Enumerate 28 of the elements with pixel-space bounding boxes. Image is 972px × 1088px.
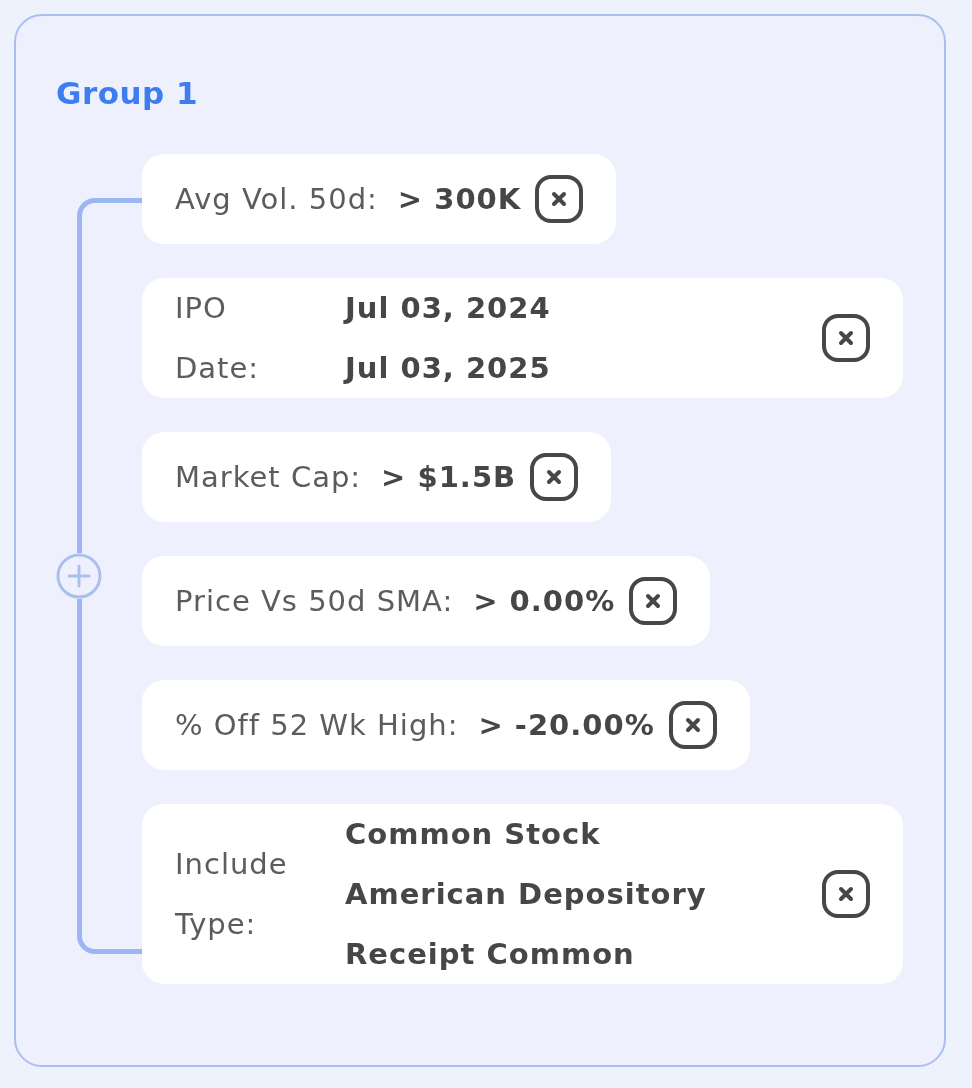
close-icon <box>668 701 717 749</box>
filter-label: Price Vs 50d SMA: <box>175 583 454 620</box>
close-icon <box>822 870 870 918</box>
remove-button[interactable] <box>668 701 717 749</box>
filter-value: > 0.00% <box>473 583 616 620</box>
remove-button[interactable] <box>822 870 870 918</box>
filter-value: > -20.00% <box>478 707 655 744</box>
group-title: Group 1 <box>56 74 200 112</box>
remove-button[interactable] <box>535 175 584 223</box>
close-icon <box>530 453 579 501</box>
filter-value: Common Stock <box>345 816 602 853</box>
close-icon <box>535 175 584 223</box>
filter-label: Avg Vol. 50d: <box>175 181 378 218</box>
filter-value: > 300K <box>397 181 522 218</box>
close-icon <box>629 577 678 625</box>
filter-label: Include Type: <box>175 846 289 943</box>
remove-button[interactable] <box>629 577 678 625</box>
remove-button[interactable] <box>530 453 579 501</box>
filter-value: Jul 03, 2025 <box>345 350 552 387</box>
filter-label: % Off 52 Wk High: <box>175 707 459 744</box>
filter-label: IPO Date: <box>175 290 261 387</box>
plus-circle-icon <box>56 553 102 599</box>
close-icon <box>822 314 870 362</box>
filter-value: American Depository Receipt Common <box>345 876 708 973</box>
filter-value: > $1.5B <box>381 459 517 496</box>
filter-value: Jul 03, 2024 <box>345 290 552 327</box>
filter-label: Market Cap: <box>175 459 362 496</box>
remove-button[interactable] <box>822 314 870 362</box>
